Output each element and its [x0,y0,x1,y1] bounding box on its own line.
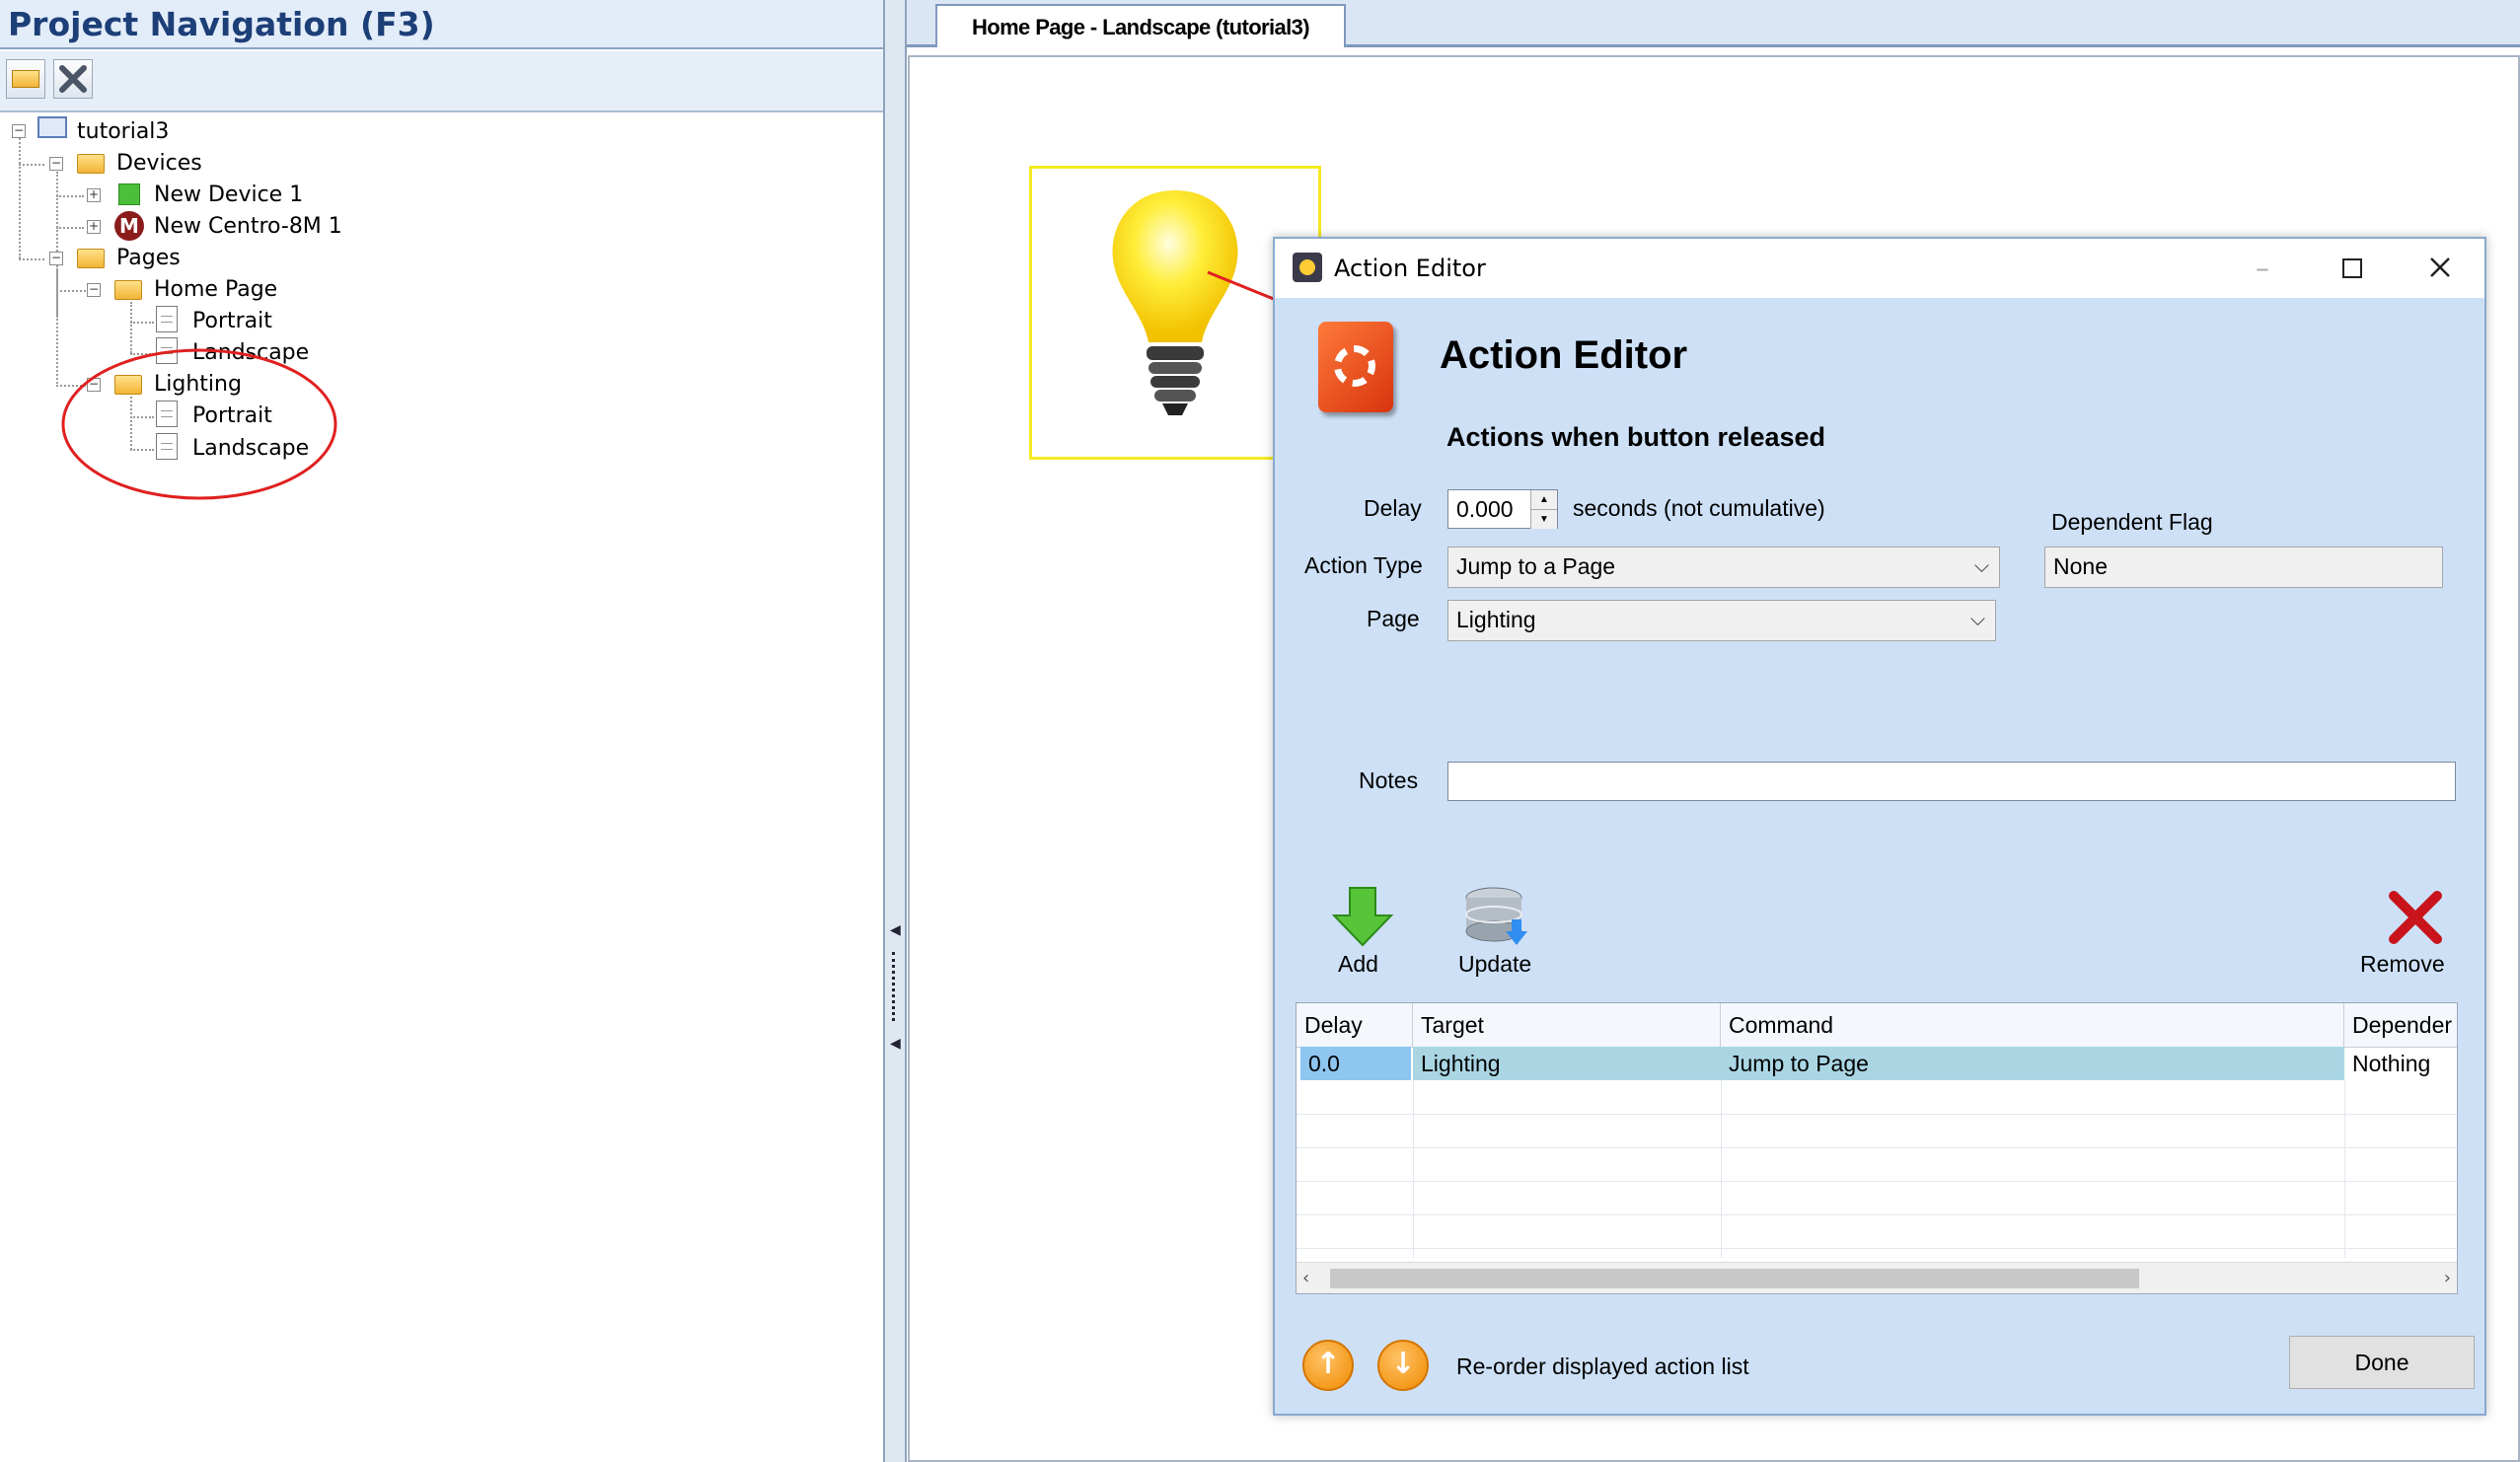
update-button[interactable]: Update [1450,886,1549,985]
scroll-left-arrow[interactable]: ‹ [1302,1263,1322,1293]
row-command-cell: Jump to Page [1721,1047,2344,1080]
action-editor-icon [1318,322,1393,412]
dependent-flag-field[interactable]: None [2044,547,2443,588]
scrollbar-thumb[interactable] [1330,1269,2139,1288]
centro-device-icon: M [114,211,144,241]
close-button[interactable] [2396,239,2484,298]
page-select[interactable]: Lighting ⌵ [1447,600,1996,641]
delay-hint: seconds (not cumulative) [1573,495,1825,521]
remove-x-icon [2389,891,2442,944]
dependent-flag-label: Dependent Flag [2051,509,2213,535]
move-up-button[interactable]: ↑ [1302,1340,1354,1391]
action-list-grid: Delay Target Command Depender 0.0 Lighti… [1296,1002,2458,1294]
tree-item-new-centro-8m-1[interactable]: New Centro-8M 1 [154,211,342,243]
page-folder-icon [114,280,142,300]
maximize-button[interactable] [2307,239,2396,298]
dialog-window-title: Action Editor [1334,255,1486,282]
scroll-right-arrow[interactable]: › [2431,1263,2451,1293]
spin-down-button[interactable]: ▼ [1530,509,1557,529]
tree-item-tutorial3[interactable]: tutorial3 [77,116,169,148]
chevron-down-icon: ⌵ [1973,555,1989,577]
dependent-flag-value: None [2053,553,2108,579]
page-icon [156,306,178,332]
tree-collapse-toggle[interactable]: − [12,124,26,138]
folder-icon [77,249,105,268]
minimize-button[interactable]: – [2218,239,2307,298]
panel-splitter[interactable]: ◀ ◀ [883,0,907,1462]
tree-collapse-toggle[interactable]: − [87,283,101,297]
nav-toolbar [0,51,883,112]
row-dependent-cell: Nothing [2352,1051,2431,1076]
dialog-subheading: Actions when button released [1446,422,1826,452]
tree-item-new-device-1[interactable]: New Device 1 [154,180,303,211]
delay-value: 0.000 [1456,496,1514,522]
panel-title: Project Navigation (F3) [0,0,883,49]
notes-input[interactable] [1447,762,2456,801]
action-editor-dialog: Action Editor – Action Editor Actions wh… [1273,237,2486,1416]
tree-item-home-page[interactable]: Home Page [154,274,277,306]
reorder-label: Re-order displayed action list [1456,1353,1749,1379]
done-button[interactable]: Done [2289,1336,2475,1389]
app-icon [1293,253,1322,282]
arrow-down-icon: ↓ [1390,1347,1416,1381]
move-down-button[interactable]: ↓ [1377,1340,1429,1391]
tree-item-devices[interactable]: Devices [116,148,202,180]
maximize-icon [2342,258,2362,278]
database-update-icon [1465,887,1527,945]
tree-expand-toggle[interactable]: + [87,188,101,202]
tree-collapse-toggle[interactable]: − [49,157,63,171]
remove-label: Remove [2360,951,2445,977]
dialog-titlebar: Action Editor – [1275,239,2484,298]
tree-expand-toggle[interactable]: + [87,220,101,234]
annotation-circle [61,348,337,500]
add-button[interactable]: Add [1324,886,1403,985]
folder-icon [77,154,105,174]
chevron-down-icon: ⌵ [1969,609,1985,630]
column-header-command[interactable]: Command [1721,1003,2344,1047]
done-label: Done [2354,1350,2409,1375]
spin-up-button[interactable]: ▲ [1530,490,1557,509]
column-header-dependent[interactable]: Depender [2344,1003,2457,1047]
dialog-heading: Action Editor [1440,333,1688,377]
action-type-value: Jump to a Page [1456,553,1616,579]
row-delay-cell: 0.0 [1300,1047,1411,1080]
tree-collapse-toggle[interactable]: − [49,252,63,265]
page-label: Page [1367,606,1420,631]
delay-label: Delay [1364,495,1422,521]
tab-home-page-landscape[interactable]: Home Page - Landscape (tutorial3) [935,4,1346,47]
remove-button[interactable]: Remove [2360,890,2469,988]
close-icon [2430,257,2450,277]
tree-item-home-portrait[interactable]: Portrait [192,306,272,337]
tree-item-pages[interactable]: Pages [116,243,181,274]
delay-spinner[interactable]: 0.000 ▲ ▼ [1447,489,1558,529]
tools-icon [59,65,87,93]
row-target-cell: Lighting [1413,1047,1721,1080]
notes-label: Notes [1359,768,1419,793]
horizontal-scrollbar[interactable]: ‹ › [1297,1262,2457,1293]
arrow-up-icon: ↑ [1315,1347,1341,1381]
update-label: Update [1458,951,1532,977]
add-label: Add [1338,951,1378,977]
page-value: Lighting [1456,607,1536,632]
column-header-delay[interactable]: Delay [1297,1003,1413,1047]
open-folder-icon [12,70,39,88]
device-icon [118,183,140,205]
column-header-target[interactable]: Target [1413,1003,1721,1047]
table-row[interactable]: 0.0 Lighting Jump to Page Nothing [1297,1047,2457,1080]
project-icon [37,116,67,138]
open-folder-button[interactable] [6,59,45,99]
add-arrow-icon [1331,887,1394,947]
action-type-label: Action Type [1304,552,1423,578]
action-type-select[interactable]: Jump to a Page ⌵ [1447,547,2000,588]
tools-button[interactable] [53,59,93,99]
